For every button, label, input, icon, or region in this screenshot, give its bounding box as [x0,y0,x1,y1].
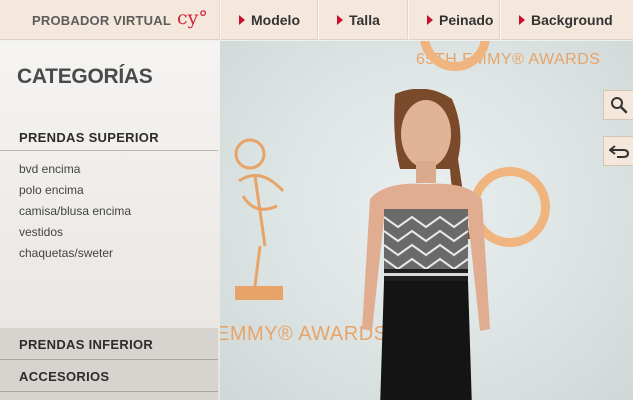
list-item[interactable]: chaquetas/sweter [19,243,131,264]
nav-background[interactable]: Background [500,0,633,40]
list-item[interactable]: camisa/blusa encima [19,201,131,222]
fitting-room-stage: 65TH EMMY® AWARDS EMMY® AWARDS [220,41,633,400]
nav-modelo-label: Modelo [251,12,300,28]
nav-peinado-label: Peinado [439,12,494,28]
brand-logo: cy° [176,7,208,29]
brand: PROBADOR VIRTUAL cy° [0,0,220,40]
section-accesorios[interactable]: ACCESORIOS [0,360,218,392]
brand-label: PROBADOR VIRTUAL [32,12,171,28]
list-item[interactable]: vestidos [19,222,131,243]
list-item[interactable]: polo encima [19,180,131,201]
list-item[interactable]: bvd encima [19,159,131,180]
prendas-superior-list: bvd encima polo encima camisa/blusa enci… [19,159,131,264]
nav-talla-label: Talla [349,12,380,28]
zoom-button[interactable] [603,90,633,120]
emmy-statuette-icon [234,138,285,300]
triangle-right-icon [239,15,245,25]
collapsed-sections: PRENDAS INFERIOR ACCESORIOS [0,328,218,400]
section-prendas-superior[interactable]: PRENDAS SUPERIOR [0,127,218,151]
nav-peinado[interactable]: Peinado [408,0,500,40]
nav-modelo[interactable]: Modelo [220,0,318,40]
triangle-right-icon [519,15,525,25]
virtual-model [362,89,490,400]
triangle-right-icon [427,15,433,25]
nav-talla[interactable]: Talla [318,0,408,40]
triangle-right-icon [337,15,343,25]
top-navigation-bar: PROBADOR VIRTUAL cy° Modelo Talla Peinad… [0,0,633,40]
magnifier-icon [610,97,627,114]
undo-button[interactable] [603,136,633,166]
categories-sidebar: CATEGORÍAS PRENDAS SUPERIOR bvd encima p… [0,41,220,400]
section-prendas-inferior[interactable]: PRENDAS INFERIOR [0,328,218,360]
categories-title: CATEGORÍAS [17,65,153,88]
nav-background-label: Background [531,12,613,28]
undo-arrow-icon [608,145,629,158]
